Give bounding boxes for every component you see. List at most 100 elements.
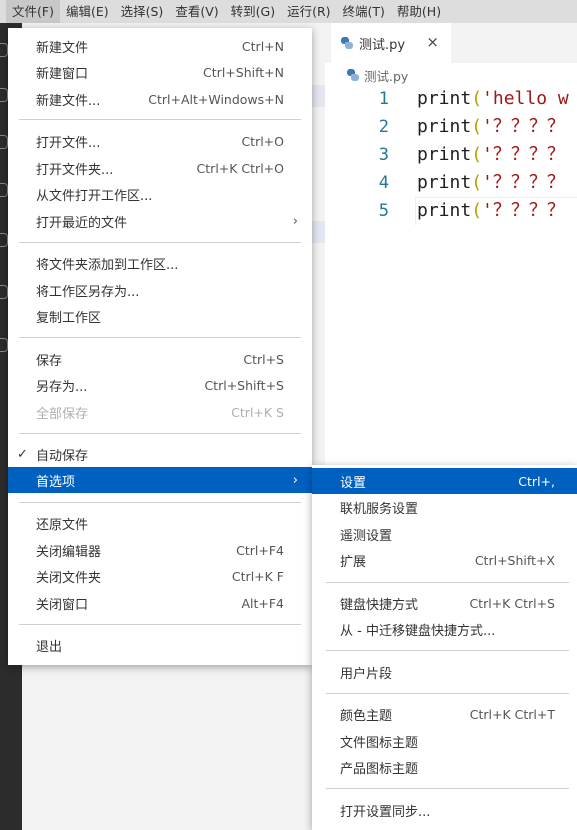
run-debug-icon[interactable] xyxy=(0,183,8,197)
menu-item-label: 设置 xyxy=(340,475,367,491)
menu-item-settings[interactable]: 设置 Ctrl+, xyxy=(312,468,577,494)
menu-item-save[interactable]: 保存 Ctrl+S xyxy=(8,346,312,372)
python-file-icon xyxy=(347,69,359,81)
menu-item-new-file-dialog[interactable]: 新建文件... Ctrl+Alt+Windows+N xyxy=(8,86,312,112)
line-number: 3 xyxy=(378,145,389,165)
menu-item-label: 关闭文件夹 xyxy=(36,570,102,586)
menu-item-save-workspace-as[interactable]: 将工作区另存为... xyxy=(8,277,312,303)
menu-item-shortcut: Ctrl+Shift+X xyxy=(474,552,555,568)
menu-item-online-services-settings[interactable]: 联机服务设置 xyxy=(312,494,577,520)
menu-item-label: 新建文件... xyxy=(36,93,101,109)
preferences-submenu: 设置 Ctrl+, 联机服务设置 遥测设置 扩展 Ctrl+Shift+X 键盘快捷… xyxy=(312,465,577,830)
menu-item-shortcut: Ctrl+, xyxy=(518,473,555,489)
menu-item-label: 自动保存 xyxy=(36,448,89,464)
code-line[interactable]: 2 print('？？？？ xyxy=(325,113,577,141)
menu-item-new-window[interactable]: 新建窗口 Ctrl+Shift+N xyxy=(8,59,312,85)
editor-tab[interactable]: 测试.py × xyxy=(331,23,451,63)
menu-item-open-workspace[interactable]: 从文件打开工作区... xyxy=(8,181,312,207)
menu-item-label: 退出 xyxy=(36,639,63,655)
menu-item-label: 打开文件... xyxy=(36,135,101,151)
code-string: '？？？？ xyxy=(482,144,565,165)
menu-item-close-folder[interactable]: 关闭文件夹 Ctrl+K F xyxy=(8,563,312,589)
menu-item-auto-save[interactable]: ✓ 自动保存 xyxy=(8,441,312,467)
menu-item-label: 扩展 xyxy=(340,554,367,570)
menu-item-label: 用户片段 xyxy=(340,666,393,682)
menu-item-close-window[interactable]: 关闭窗口 Alt+F4 xyxy=(8,590,312,616)
code-function: print xyxy=(417,116,472,137)
code-paren: ( xyxy=(471,116,483,137)
menu-item-open-settings-sync[interactable]: 打开设置同步... xyxy=(312,797,577,823)
menu-separator xyxy=(326,650,569,651)
menu-view[interactable]: 查看(V) xyxy=(169,0,224,23)
menu-item-shortcut: Ctrl+Shift+N xyxy=(203,64,284,80)
breadcrumb[interactable]: 测试.py xyxy=(347,65,408,85)
menu-item-shortcut: Ctrl+K Ctrl+O xyxy=(196,160,284,176)
menu-edit[interactable]: 编辑(E) xyxy=(60,0,115,23)
menu-item-file-icon-theme[interactable]: 文件图标主题 xyxy=(312,728,577,754)
menu-separator xyxy=(326,693,569,694)
line-number: 2 xyxy=(378,117,389,137)
menu-separator xyxy=(19,433,301,434)
menu-go[interactable]: 转到(G) xyxy=(225,0,281,23)
menu-item-label: 将工作区另存为... xyxy=(36,284,140,300)
menu-file[interactable]: 文件(F) xyxy=(6,0,60,23)
menu-item-label: 打开设置同步... xyxy=(340,804,431,820)
menu-item-label: 关闭编辑器 xyxy=(36,544,102,560)
code-editor[interactable]: 1 print('hello w 2 print('？？？？ 3 print('… xyxy=(325,85,577,225)
menu-item-label: 从文件打开工作区... xyxy=(36,188,153,204)
code-line[interactable]: 1 print('hello w xyxy=(325,85,577,113)
menu-item-label: 颜色主题 xyxy=(340,708,393,724)
menu-item-add-folder-to-workspace[interactable]: 将文件夹添加到工作区... xyxy=(8,250,312,276)
menu-item-shortcut: Ctrl+Shift+S xyxy=(204,377,284,393)
menu-item-close-editor[interactable]: 关闭编辑器 Ctrl+F4 xyxy=(8,537,312,563)
menu-item-open-recent[interactable]: 打开最近的文件 › xyxy=(8,208,312,234)
menu-item-color-theme[interactable]: 颜色主题 Ctrl+K Ctrl+T xyxy=(312,701,577,727)
breadcrumb-label: 测试.py xyxy=(364,68,409,84)
code-line[interactable]: 4 print('？？？？ xyxy=(325,169,577,197)
menu-selection[interactable]: 选择(S) xyxy=(115,0,170,23)
code-line-current[interactable]: 5 print('？？？？ xyxy=(325,197,577,225)
menu-item-preferences[interactable]: 首选项 › xyxy=(8,467,312,493)
chevron-right-icon: › xyxy=(292,472,298,488)
python-file-icon xyxy=(341,37,353,49)
menu-run[interactable]: 运行(R) xyxy=(281,0,336,23)
menu-item-migrate-keyboard-shortcuts[interactable]: 从 - 中迁移键盘快捷方式... xyxy=(312,616,577,642)
menu-item-open-folder[interactable]: 打开文件夹... Ctrl+K Ctrl+O xyxy=(8,155,312,181)
menu-item-label: 另存为... xyxy=(36,379,88,395)
testing-icon[interactable] xyxy=(0,285,8,299)
code-string: 'hello w xyxy=(482,88,569,109)
code-paren: ( xyxy=(471,144,483,165)
menu-item-telemetry-settings[interactable]: 遥测设置 xyxy=(312,521,577,547)
tab-label: 测试.py xyxy=(359,37,406,53)
tab-bar: 测试.py × xyxy=(325,23,577,63)
close-icon[interactable]: × xyxy=(426,33,439,51)
menu-terminal[interactable]: 终端(T) xyxy=(337,0,391,23)
menu-help[interactable]: 帮助(H) xyxy=(391,0,447,23)
menu-item-label: 打开文件夹... xyxy=(36,162,114,178)
menu-item-keyboard-shortcuts[interactable]: 键盘快捷方式 Ctrl+K Ctrl+S xyxy=(312,590,577,616)
explorer-icon[interactable] xyxy=(0,43,8,57)
menu-item-shortcut: Ctrl+S xyxy=(243,351,284,367)
menu-item-open-file[interactable]: 打开文件... Ctrl+O xyxy=(8,128,312,154)
code-string: '？？？？ xyxy=(482,116,565,137)
menu-item-extensions[interactable]: 扩展 Ctrl+Shift+X xyxy=(312,547,577,573)
chevron-right-icon: › xyxy=(292,213,298,229)
accounts-icon[interactable] xyxy=(0,338,8,352)
menu-item-duplicate-workspace[interactable]: 复制工作区 xyxy=(8,303,312,329)
line-number: 5 xyxy=(378,201,389,221)
menu-item-shortcut: Ctrl+O xyxy=(241,133,284,149)
code-paren: ( xyxy=(471,200,483,221)
menu-item-exit[interactable]: 退出 xyxy=(8,632,312,658)
menu-item-save-as[interactable]: 另存为... Ctrl+Shift+S xyxy=(8,372,312,398)
code-string: '？？？？ xyxy=(482,172,565,193)
code-line[interactable]: 3 print('？？？？ xyxy=(325,141,577,169)
extensions-icon[interactable] xyxy=(0,233,8,247)
menu-item-user-snippets[interactable]: 用户片段 xyxy=(312,659,577,685)
source-control-icon[interactable] xyxy=(0,135,8,149)
menu-item-label: 首选项 xyxy=(36,474,76,490)
menu-item-save-all: 全部保存 Ctrl+K S xyxy=(8,399,312,425)
menu-item-new-file[interactable]: 新建文件 Ctrl+N xyxy=(8,33,312,59)
search-icon[interactable] xyxy=(0,88,8,102)
menu-item-revert-file[interactable]: 还原文件 xyxy=(8,510,312,536)
menu-item-product-icon-theme[interactable]: 产品图标主题 xyxy=(312,754,577,780)
